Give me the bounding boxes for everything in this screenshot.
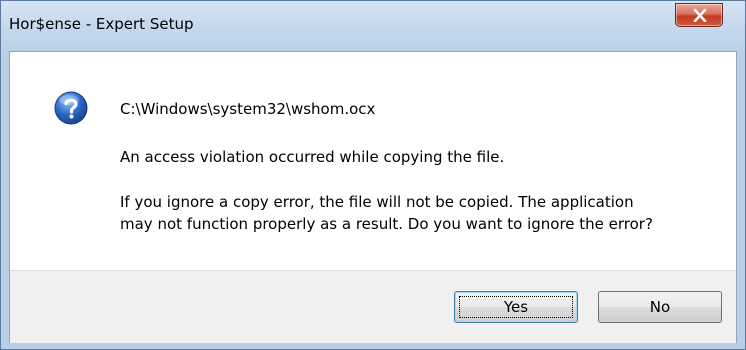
title-bar[interactable]: Hor$ense - Expert Setup xyxy=(1,1,745,51)
dialog-client-area: C:\Windows\system32\wshom.ocx An access … xyxy=(9,51,737,343)
close-button[interactable] xyxy=(675,3,723,27)
prompt-text-line2: may not function properly as a result. D… xyxy=(120,215,653,233)
no-button[interactable]: No xyxy=(598,291,722,323)
file-path-text: C:\Windows\system32\wshom.ocx xyxy=(120,100,376,118)
question-icon xyxy=(54,91,88,125)
error-message-text: An access violation occurred while copyi… xyxy=(120,148,505,166)
window-title: Hor$ense - Expert Setup xyxy=(9,15,194,33)
close-icon xyxy=(693,9,707,22)
dialog-window: Hor$ense - Expert Setup C:\Windows\syste… xyxy=(0,0,746,350)
yes-button-label: Yes xyxy=(503,298,529,316)
message-area: C:\Windows\system32\wshom.ocx An access … xyxy=(10,52,736,270)
yes-button[interactable]: Yes xyxy=(454,291,578,323)
prompt-text-line1: If you ignore a copy error, the file wil… xyxy=(120,193,634,211)
no-button-label: No xyxy=(649,298,671,316)
